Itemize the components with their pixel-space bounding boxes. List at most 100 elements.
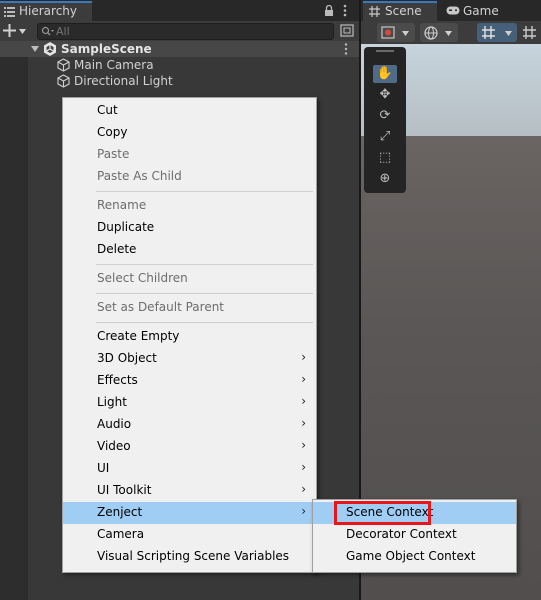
- chevron-down-icon: [445, 31, 452, 36]
- menu-item-visual-scripting-scene-variables[interactable]: Visual Scripting Scene Variables: [63, 546, 316, 568]
- submenu-item-game-object-context[interactable]: Game Object Context: [313, 546, 516, 568]
- menu-item-paste: Paste: [63, 144, 316, 166]
- unity-scene-icon: [44, 42, 56, 56]
- chevron-down-icon: [19, 29, 26, 34]
- scene-visibility-icon[interactable]: [340, 24, 354, 37]
- hierarchy-search[interactable]: [37, 23, 334, 40]
- scene-tools-overlay: ✋ ✥ ⟳ ⤢ ⬚ ⊕: [364, 47, 406, 193]
- menu-separator: [96, 191, 313, 192]
- menu-item-select-children: Select Children: [63, 268, 316, 290]
- submenu-arrow-icon: ›: [301, 394, 306, 408]
- menu-item-camera[interactable]: Camera: [63, 524, 316, 546]
- grid-toggle-dropdown[interactable]: [477, 23, 517, 42]
- menu-item-label: Rename: [97, 198, 147, 212]
- menu-item-zenject[interactable]: Zenject ›: [63, 502, 316, 524]
- hand-tool-icon[interactable]: ✋: [373, 65, 397, 83]
- snap-increment-icon[interactable]: [523, 26, 536, 39]
- submenu-arrow-icon: ›: [301, 504, 306, 518]
- menu-item-effects[interactable]: Effects ›: [63, 370, 316, 392]
- menu-separator: [96, 264, 313, 265]
- tab-game-label: Game: [463, 4, 499, 18]
- submenu-arrow-icon: ›: [301, 482, 306, 496]
- chevron-down-icon: [505, 31, 512, 36]
- menu-item-label: Effects: [97, 373, 138, 387]
- scene-row[interactable]: SampleScene: [0, 41, 359, 57]
- hierarchy-list-icon: [4, 7, 15, 17]
- menu-item-label: 3D Object: [97, 351, 157, 365]
- submenu-arrow-icon: ›: [301, 460, 306, 474]
- hierarchy-item-directional-light[interactable]: Directional Light: [0, 73, 359, 89]
- menu-item-video[interactable]: Video ›: [63, 436, 316, 458]
- menu-item-ui[interactable]: UI ›: [63, 458, 316, 480]
- menu-item-label: Paste As Child: [97, 169, 182, 183]
- menu-item-ui-toolkit[interactable]: UI Toolkit ›: [63, 480, 316, 502]
- menu-item-label: Create Empty: [97, 329, 180, 343]
- menu-item-label: Video: [97, 439, 131, 453]
- draw-mode-dropdown[interactable]: [377, 23, 415, 42]
- menu-item-audio[interactable]: Audio ›: [63, 414, 316, 436]
- menu-item-label: UI: [97, 461, 110, 475]
- move-tool-icon[interactable]: ✥: [373, 86, 397, 104]
- tab-scene[interactable]: Scene: [363, 1, 437, 21]
- submenu-item-decorator-context[interactable]: Decorator Context: [313, 524, 516, 546]
- menu-item-label: Duplicate: [97, 220, 155, 234]
- rect-tool-icon[interactable]: ⬚: [373, 149, 397, 167]
- hierarchy-item-label: Main Camera: [74, 58, 154, 72]
- menu-item-light[interactable]: Light ›: [63, 392, 316, 414]
- submenu-arrow-icon: ›: [301, 416, 306, 430]
- gameobject-cube-icon: [57, 74, 70, 88]
- menu-item-label: Visual Scripting Scene Variables: [97, 549, 290, 563]
- hierarchy-visibility-column: [0, 41, 28, 600]
- hierarchy-search-input[interactable]: [56, 24, 326, 39]
- chevron-down-icon: [402, 31, 409, 36]
- hierarchy-item-main-camera[interactable]: Main Camera: [0, 57, 359, 73]
- expand-arrow-icon[interactable]: [31, 46, 39, 52]
- gameobject-cube-icon: [57, 58, 70, 72]
- globe-icon: [424, 26, 438, 40]
- submenu-item-label: Game Object Context: [346, 549, 476, 563]
- transform-tool-icon[interactable]: ⊕: [373, 170, 397, 188]
- lock-icon[interactable]: [324, 5, 334, 16]
- menu-item-cut[interactable]: Cut: [63, 100, 316, 122]
- submenu-arrow-icon: ›: [301, 438, 306, 452]
- create-dropdown-button[interactable]: [3, 22, 31, 39]
- scene-grid-icon: [369, 6, 380, 17]
- tab-scene-label: Scene: [385, 4, 422, 18]
- tab-hierarchy[interactable]: Hierarchy: [0, 1, 92, 21]
- scale-tool-icon[interactable]: ⤢: [373, 128, 397, 146]
- menu-item-create-empty[interactable]: Create Empty: [63, 326, 316, 348]
- search-icon: [41, 26, 54, 36]
- menu-item-3d-object[interactable]: 3D Object ›: [63, 348, 316, 370]
- rotate-tool-icon[interactable]: ⟳: [373, 107, 397, 125]
- menu-item-label: Audio: [97, 417, 132, 431]
- menu-item-label: Paste: [97, 147, 130, 161]
- submenu-arrow-icon: ›: [301, 350, 306, 364]
- plus-icon: [3, 24, 16, 37]
- menu-item-label: Delete: [97, 242, 137, 256]
- menu-item-delete[interactable]: Delete: [63, 239, 316, 261]
- hierarchy-context-menu: Cut Copy Paste Paste As Child Rename Dup…: [62, 97, 317, 573]
- overlay-drag-handle[interactable]: [376, 50, 394, 52]
- menu-item-label: Set as Default Parent: [97, 300, 225, 314]
- tab-hierarchy-label: Hierarchy: [19, 4, 78, 18]
- kebab-menu-icon[interactable]: [343, 4, 347, 17]
- menu-item-duplicate[interactable]: Duplicate: [63, 217, 316, 239]
- menu-item-copy[interactable]: Copy: [63, 122, 316, 144]
- menu-item-label: Select Children: [97, 271, 188, 285]
- menu-separator: [96, 293, 313, 294]
- menu-item-label: Zenject: [97, 505, 143, 519]
- tab-game[interactable]: Game: [440, 1, 510, 21]
- menu-item-paste-as-child: Paste As Child: [63, 166, 316, 188]
- menu-item-rename: Rename: [63, 195, 316, 217]
- menu-item-label: UI Toolkit: [97, 483, 152, 497]
- menu-item-label: Copy: [97, 125, 128, 139]
- view-mode-dropdown[interactable]: [420, 23, 458, 42]
- scene-kebab-icon[interactable]: [344, 43, 348, 55]
- menu-item-label: Camera: [97, 527, 145, 541]
- menu-item-set-default-parent: Set as Default Parent: [63, 297, 316, 319]
- scene-name: SampleScene: [61, 42, 152, 56]
- grid-snap-icon: [482, 26, 495, 39]
- submenu-arrow-icon: ›: [301, 372, 306, 386]
- menu-item-label: Light: [97, 395, 127, 409]
- annotation-highlight-box: [334, 501, 431, 525]
